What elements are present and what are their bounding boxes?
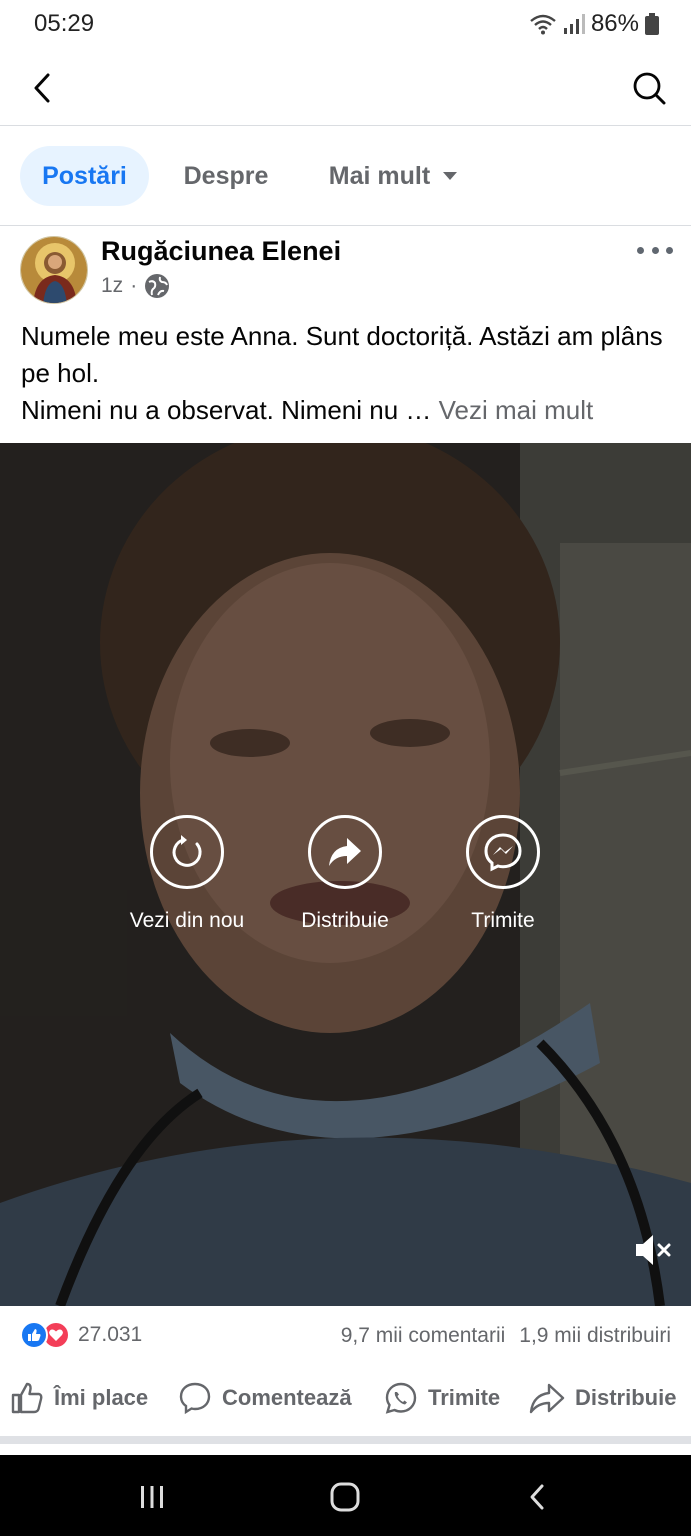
comment-label: Comentează — [222, 1385, 352, 1410]
reaction-count: 27.031 — [78, 1323, 143, 1346]
mute-button[interactable] — [633, 1232, 673, 1268]
tab-posts-label: Postări — [42, 161, 127, 190]
video-share-label: Distribuie — [301, 909, 389, 932]
status-icons: 86% — [529, 10, 659, 38]
top-bar — [0, 50, 691, 126]
post-action-bar: Îmi place Comentează Trimite Distribuie — [0, 1368, 691, 1432]
see-more-link[interactable]: Vezi mai mult — [439, 395, 594, 425]
like-button[interactable]: Îmi place — [10, 1378, 148, 1418]
dot-icon — [651, 246, 659, 254]
home-button[interactable] — [325, 1477, 365, 1517]
share-icon — [529, 1383, 565, 1414]
video-end-actions: Vezi din nou Distribuie Trimite — [0, 815, 691, 945]
back-chevron-icon — [530, 1484, 544, 1510]
tab-more-label: Mai mult — [328, 161, 431, 190]
chevron-left-icon — [34, 73, 50, 103]
search-icon — [633, 72, 666, 105]
whatsapp-icon — [385, 1382, 417, 1414]
dot-icon — [637, 246, 644, 254]
comment-button[interactable]: Comentează — [178, 1378, 352, 1418]
status-bar: 05:29 86% — [0, 0, 691, 50]
thumbs-up-icon — [11, 1382, 43, 1414]
recent-apps-button[interactable] — [132, 1477, 172, 1517]
page-tabs: Postări Despre Mai mult — [0, 126, 691, 226]
system-nav-bar — [0, 1455, 691, 1536]
tab-about-label: Despre — [183, 161, 269, 190]
meta-separator: · — [130, 274, 138, 297]
icon-portrait-image — [21, 237, 87, 303]
tab-about[interactable]: Despre — [164, 146, 288, 206]
send-button[interactable]: Trimite — [384, 1378, 500, 1418]
system-back-button[interactable] — [518, 1477, 558, 1517]
tab-posts[interactable]: Postări — [20, 146, 149, 206]
status-time: 05:29 — [34, 10, 95, 37]
shares-count[interactable]: 1,9 mii distribuiri — [519, 1324, 671, 1348]
tab-more[interactable]: Mai mult — [306, 146, 481, 206]
caret-down-icon — [443, 172, 458, 180]
comments-count[interactable]: 9,7 mii comentarii — [341, 1324, 506, 1348]
more-options-button[interactable] — [637, 238, 673, 262]
post-text-line: Numele meu este Anna. Sunt doctoriță. As… — [21, 321, 663, 388]
battery-icon — [645, 13, 659, 35]
post-text: Numele meu este Anna. Sunt doctoriță. As… — [21, 318, 676, 429]
engagement-counts: 9,7 mii comentarii 1,9 mii distribuiri — [341, 1324, 671, 1348]
wifi-icon — [529, 13, 557, 35]
next-post-edge — [0, 1444, 691, 1455]
globe-icon — [145, 274, 170, 298]
share-arrow-icon — [329, 838, 361, 866]
post-stats: 27.031 9,7 mii comentarii 1,9 mii distri… — [0, 1306, 691, 1364]
back-button[interactable] — [22, 68, 62, 108]
like-reaction-icon — [20, 1321, 48, 1349]
page-name[interactable]: Rugăciunea Elenei — [101, 236, 341, 267]
share-circle — [308, 815, 382, 889]
send-circle — [466, 815, 540, 889]
post-time[interactable]: 1z — [101, 274, 123, 298]
reactions-summary[interactable]: 27.031 — [20, 1321, 142, 1349]
messenger-icon — [484, 833, 522, 872]
video-share-button[interactable]: Distribuie — [265, 815, 425, 933]
replay-icon — [172, 835, 202, 867]
post-text-line-2: Nimeni nu a observat. Nimeni nu … Vezi m… — [21, 392, 676, 429]
replay-label: Vezi din nou — [129, 909, 245, 932]
home-icon — [330, 1482, 360, 1512]
like-label: Îmi place — [54, 1385, 149, 1410]
video-player[interactable]: Vezi din nou Distribuie Trimite — [0, 443, 691, 1306]
share-label: Distribuie — [575, 1385, 677, 1410]
video-send-button[interactable]: Trimite — [423, 815, 583, 933]
replay-circle — [150, 815, 224, 889]
feed-divider — [0, 1436, 691, 1444]
comment-bubble-icon — [179, 1382, 211, 1415]
send-label: Trimite — [428, 1385, 501, 1410]
replay-button[interactable]: Vezi din nou — [107, 815, 267, 933]
share-button[interactable]: Distribuie — [529, 1378, 676, 1418]
battery-label: 86% — [590, 10, 639, 37]
signal-icon — [563, 13, 585, 35]
video-send-label: Trimite — [471, 909, 535, 932]
post-text-truncated: Nimeni nu a observat. Nimeni nu … — [21, 395, 432, 425]
dot-icon — [666, 246, 673, 254]
muted-speaker-icon — [636, 1235, 671, 1265]
page-avatar[interactable] — [20, 236, 88, 304]
recent-apps-icon — [141, 1486, 163, 1508]
post-meta: 1z · — [101, 273, 170, 299]
post-header: Rugăciunea Elenei 1z · — [0, 228, 691, 312]
search-button[interactable] — [629, 68, 669, 108]
